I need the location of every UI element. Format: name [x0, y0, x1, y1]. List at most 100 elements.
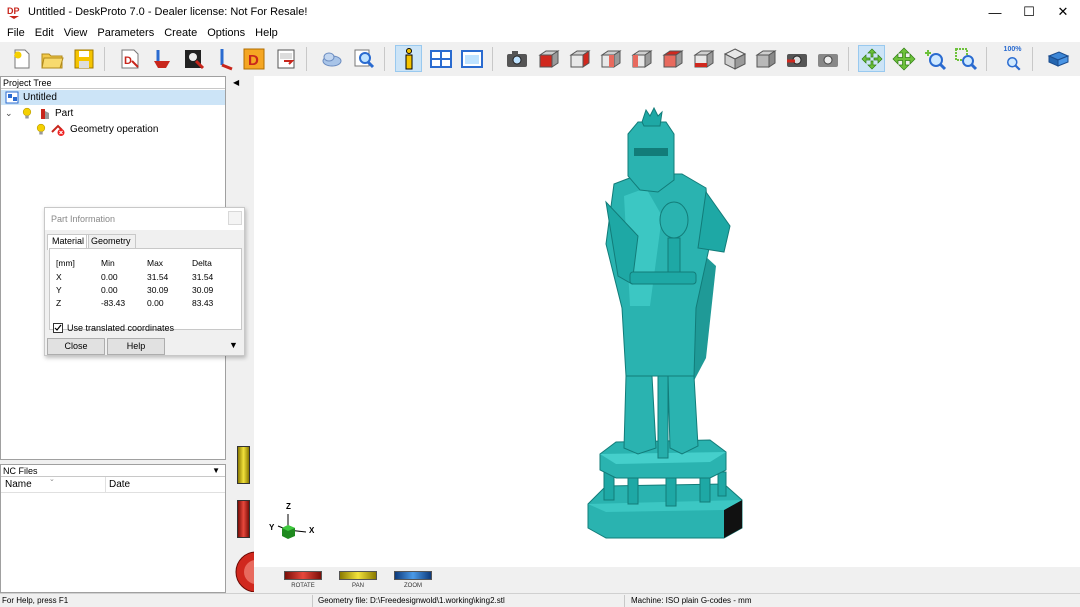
row-y-label: Y	[56, 285, 62, 295]
view-left-icon[interactable]	[566, 45, 593, 72]
maximize-button[interactable]: ☐	[1012, 0, 1046, 24]
sort-caret-icon: ⌄	[49, 476, 55, 483]
portrait-icon[interactable]	[180, 45, 207, 72]
dialog-title-bar[interactable]: Part Information	[45, 208, 244, 230]
menu-view[interactable]: View	[59, 24, 93, 42]
max-header: Max	[147, 258, 164, 268]
row-x-delta: 31.54	[192, 272, 214, 282]
status-geometry-file: Geometry file: D:\Freedesignwold\1.worki…	[318, 596, 505, 605]
camera-icon[interactable]	[503, 45, 530, 72]
help-button[interactable]: Help	[107, 338, 165, 355]
row-x-label: X	[56, 272, 62, 282]
search-icon[interactable]	[350, 45, 377, 72]
window-title: Untitled - DeskProto 7.0 - Dealer licens…	[28, 6, 308, 18]
view-mode-strip: ROTATE PAN ZOOM	[254, 567, 1080, 593]
book-icon[interactable]	[1044, 45, 1071, 72]
menu-help[interactable]: Help	[250, 24, 283, 42]
import-icon[interactable]: D	[116, 45, 143, 72]
translated-coordinates-row: Use translated coordinates	[53, 323, 174, 333]
nc-files-header: NC Files ▼	[1, 465, 225, 477]
tool-icon[interactable]	[210, 45, 237, 72]
tab-geometry[interactable]: Geometry	[86, 234, 136, 249]
rotate-thumbwheel[interactable]	[237, 500, 250, 538]
d-icon[interactable]: D	[240, 45, 267, 72]
view-right-icon[interactable]	[597, 45, 624, 72]
zoom-in-icon[interactable]	[921, 45, 948, 72]
expand-arrow-icon[interactable]: ▼	[229, 340, 238, 350]
menu-options[interactable]: Options	[202, 24, 250, 42]
pan-thumbwheel[interactable]	[237, 446, 250, 484]
part-icon	[41, 108, 49, 119]
view-front-icon[interactable]	[535, 45, 562, 72]
app-logo-icon: DP	[6, 4, 22, 20]
collapse-left-icon[interactable]: ◀	[233, 78, 239, 87]
view-refresh-icon[interactable]	[783, 45, 810, 72]
row-x-max: 31.54	[147, 272, 169, 282]
menu-create[interactable]: Create	[159, 24, 202, 42]
info-icon[interactable]	[395, 45, 422, 72]
layout-icon[interactable]	[427, 45, 454, 72]
zoom-window-icon[interactable]	[952, 45, 979, 72]
axis-cube-icon	[277, 514, 307, 539]
row-y-max: 30.09	[147, 285, 169, 295]
export-icon[interactable]	[272, 45, 299, 72]
close-button[interactable]: Close	[47, 338, 105, 355]
nc-files-title: NC Files	[3, 466, 38, 476]
title-bar: DP Untitled - DeskProto 7.0 - Dealer lic…	[0, 0, 1080, 24]
view-back-icon[interactable]	[628, 45, 655, 72]
close-window-button[interactable]: ✕	[1046, 0, 1080, 24]
rotate-mode-button[interactable]	[284, 571, 322, 580]
menu-edit[interactable]: Edit	[30, 24, 59, 42]
run-icon[interactable]	[148, 45, 175, 72]
column-header-name[interactable]: Name	[5, 479, 32, 490]
view-iso-2-icon[interactable]	[752, 45, 779, 72]
tree-label-geometry-operation: Geometry operation	[70, 124, 159, 135]
zoom-100-icon[interactable]: 100%	[999, 45, 1026, 72]
svg-text:D: D	[124, 55, 132, 67]
lightbulb-icon[interactable]	[21, 107, 33, 120]
zoom-mode-button[interactable]	[394, 571, 432, 580]
status-bar: For Help, press F1 Geometry file: D:\Fre…	[0, 593, 1080, 607]
pan-mode-button[interactable]	[339, 571, 377, 580]
translated-coordinates-checkbox[interactable]	[53, 323, 63, 333]
view-top-icon[interactable]	[659, 45, 686, 72]
svg-text:DP: DP	[7, 6, 20, 16]
window-icon[interactable]	[458, 45, 485, 72]
dialog-title: Part Information	[51, 214, 116, 224]
row-z-max: 0.00	[147, 298, 164, 308]
project-tree-header: Project Tree	[1, 77, 225, 89]
axis-triad: Z Y X	[268, 500, 324, 548]
view-bottom-icon[interactable]	[690, 45, 717, 72]
tree-item-geometry-operation[interactable]: Geometry operation	[35, 122, 158, 137]
view-reset-icon[interactable]	[814, 45, 841, 72]
open-folder-icon[interactable]	[38, 45, 65, 72]
lightbulb-icon[interactable]	[35, 123, 47, 136]
row-z-min: -83.43	[101, 298, 126, 308]
row-x-min: 0.00	[101, 272, 118, 282]
column-header-date[interactable]: Date	[109, 479, 130, 490]
save-icon[interactable]	[70, 45, 97, 72]
min-header: Min	[101, 258, 115, 268]
view-iso-1-icon[interactable]	[721, 45, 748, 72]
3d-viewport[interactable]: Z Y X	[254, 76, 1080, 567]
3d-model-knight	[587, 106, 743, 539]
checkmark-icon	[54, 324, 62, 331]
minimize-button[interactable]: —	[978, 0, 1012, 24]
menu-parameters[interactable]: Parameters	[92, 24, 159, 42]
menu-file[interactable]: File	[2, 24, 30, 42]
dropdown-arrow-icon[interactable]: ▼	[212, 465, 220, 477]
delta-header: Delta	[192, 258, 212, 268]
new-file-icon[interactable]	[8, 45, 35, 72]
dialog-close-icon[interactable]	[228, 211, 242, 225]
tree-item-untitled[interactable]: Untitled	[1, 90, 225, 105]
collapse-chevron-icon[interactable]: ⌄	[5, 108, 17, 119]
status-help: For Help, press F1	[2, 596, 69, 605]
tree-item-part[interactable]: ⌄ Part	[5, 106, 73, 121]
deskproto-window: DP Untitled - DeskProto 7.0 - Dealer lic…	[0, 0, 1080, 607]
tree-label-part: Part	[55, 108, 74, 119]
pan-arrows-icon[interactable]	[890, 45, 917, 72]
rotate-arrows-icon[interactable]	[858, 45, 885, 72]
cloud-icon[interactable]	[318, 45, 345, 72]
material-tab-pane: [mm] Min Max Delta X 0.00 31.54 31.54 Y …	[49, 248, 242, 330]
translated-coordinates-label: Use translated coordinates	[67, 323, 175, 333]
